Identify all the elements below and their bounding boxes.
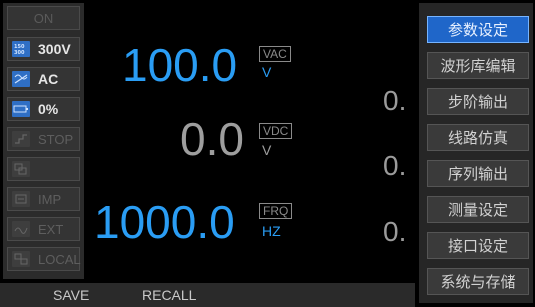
impedance-button[interactable]: IMP [7, 187, 80, 211]
menu-parameter-settings[interactable]: 参数设定 [427, 16, 529, 43]
menu-waveform-library-edit[interactable]: 波形库编辑 [427, 52, 529, 79]
menu-system-storage[interactable]: 系统与存储 [427, 268, 529, 295]
voltage-range-label: 300V [38, 41, 71, 57]
dc-voltage-unit: V [262, 142, 272, 158]
stop-button[interactable]: STOP [7, 127, 80, 151]
overlay-button[interactable] [7, 157, 80, 181]
external-label: EXT [38, 221, 64, 237]
dc-voltage-unit-box: VDC [259, 123, 293, 139]
measured-value-3: 0. [383, 218, 407, 246]
measured-value-2: 0. [383, 152, 407, 180]
function-menu: 参数设定 波形库编辑 步阶输出 线路仿真 序列输出 测量设定 接口设定 系统与存… [419, 3, 533, 303]
menu-sequence-output[interactable]: 序列输出 [427, 160, 529, 187]
range-icon: 150 300 [12, 41, 30, 57]
ac-voltage-value[interactable]: 100.0 [122, 42, 237, 88]
impedance-label: IMP [38, 191, 62, 207]
frequency-value[interactable]: 1000.0 [94, 199, 235, 245]
menu-interface-settings[interactable]: 接口设定 [427, 232, 529, 259]
save-button[interactable]: SAVE [53, 287, 89, 303]
menu-line-simulation[interactable]: 线路仿真 [427, 124, 529, 151]
ac-dc-label: AC [38, 71, 59, 87]
impedance-icon [12, 191, 30, 207]
menu-measurement-settings[interactable]: 测量设定 [427, 196, 529, 223]
local-icon [12, 251, 30, 267]
ac-voltage-unit: V [262, 64, 272, 80]
status-panel: ON 150 300 300V AC 0% STOP IMP EXT LOCAL [3, 3, 84, 279]
svg-text:300: 300 [14, 50, 25, 56]
voltage-range-button[interactable]: 150 300 300V [7, 37, 80, 61]
instrument-screen: ON 150 300 300V AC 0% STOP IMP EXT LOCAL… [0, 0, 535, 307]
external-button[interactable]: EXT [7, 217, 80, 241]
output-on-button[interactable]: ON [7, 6, 80, 30]
output-on-label: ON [33, 10, 54, 26]
external-icon [12, 221, 30, 237]
ac-voltage-unit-box: VAC [259, 46, 291, 62]
softkey-bar: SAVE RECALL [0, 283, 415, 307]
battery-icon [12, 101, 30, 117]
frequency-unit-box: FRQ [259, 203, 293, 219]
ac-dc-icon [12, 71, 30, 87]
step-icon [12, 131, 30, 147]
output-level-label: 0% [38, 101, 59, 117]
stop-label: STOP [38, 131, 74, 147]
recall-button[interactable]: RECALL [142, 287, 196, 303]
dc-voltage-value[interactable]: 0.0 [180, 116, 244, 162]
ac-dc-mode-button[interactable]: AC [7, 67, 80, 91]
output-level-button[interactable]: 0% [7, 97, 80, 121]
local-button[interactable]: LOCAL [7, 247, 81, 271]
menu-step-output[interactable]: 步阶输出 [427, 88, 529, 115]
measured-value-1: 0. [383, 87, 407, 115]
overlay-icon [12, 161, 30, 177]
frequency-unit: HZ [262, 223, 281, 239]
local-label: LOCAL [38, 251, 81, 267]
